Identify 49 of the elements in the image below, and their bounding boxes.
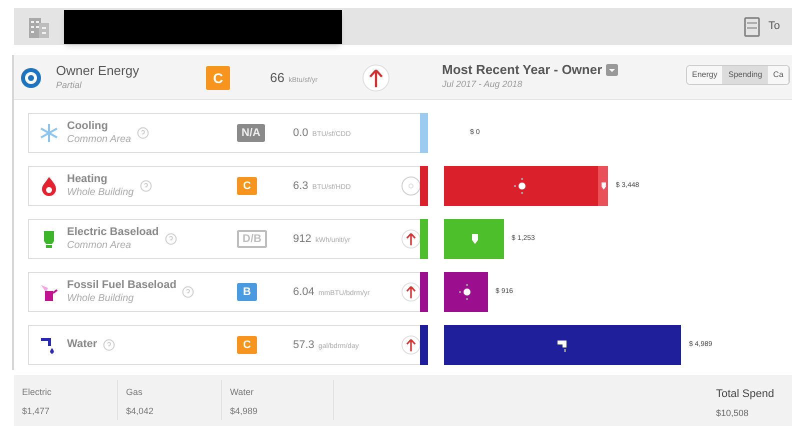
burner-icon xyxy=(514,178,528,194)
metric-value: 57.3 xyxy=(293,338,314,353)
date-range: Jul 2017 - Aug 2018 xyxy=(442,78,524,92)
grade-badge: D/B xyxy=(237,230,267,248)
flame-icon xyxy=(39,176,59,196)
end-use-name: Water xyxy=(67,338,98,352)
target-icon xyxy=(20,67,42,89)
grade-badge: C xyxy=(237,177,257,195)
total-amount: $1,477 xyxy=(22,404,51,418)
burner-icon xyxy=(458,284,473,300)
toggle-tab[interactable]: Spending xyxy=(723,66,768,84)
end-use-name: Electric Baseload xyxy=(67,226,159,240)
help-icon[interactable] xyxy=(137,127,150,139)
grade-badge: B xyxy=(237,283,257,301)
end-use-scope: Whole Building xyxy=(67,186,134,200)
end-use-name: Fossil Fuel Baseload xyxy=(67,278,176,293)
metric-value: 912 xyxy=(293,232,312,247)
help-icon[interactable] xyxy=(164,233,177,245)
total-label: Total Spend xyxy=(716,387,774,402)
end-use-scope: Common Area xyxy=(67,240,132,252)
total-amount: $4,042 xyxy=(126,404,155,418)
total-amount: $4,989 xyxy=(230,404,259,418)
dropdown-icon[interactable] xyxy=(606,64,618,76)
help-icon[interactable] xyxy=(182,286,194,298)
end-use-name: Heating xyxy=(67,172,108,187)
toggle-tab[interactable]: Energy xyxy=(687,66,724,84)
total-category: Electric xyxy=(22,386,53,399)
help-icon[interactable] xyxy=(140,180,152,192)
help-icon[interactable] xyxy=(103,339,116,351)
end-use-scope: Whole Building xyxy=(67,292,135,306)
grade-badge: N/A xyxy=(237,124,265,142)
summary-value: 66 xyxy=(270,69,284,88)
end-use-name: Cooling xyxy=(67,120,109,134)
chart-title: Most Recent Year - Owner xyxy=(442,62,618,78)
snowflake-icon xyxy=(39,123,59,143)
grade-badge: C xyxy=(206,66,230,90)
metric-value: 6.3 xyxy=(293,178,308,194)
metric-value: 0.0 xyxy=(293,126,308,141)
calculator-icon[interactable] xyxy=(744,16,760,36)
gas-pump-icon xyxy=(39,282,59,302)
metric-value: 6.04 xyxy=(293,284,314,300)
summary-subtitle: Partial xyxy=(56,79,83,92)
total-value: $10,508 xyxy=(716,406,750,420)
end-use-scope: Common Area xyxy=(67,134,132,146)
summary-title: Owner Energy xyxy=(56,63,140,80)
total-category: Water xyxy=(230,386,255,399)
total-category: Gas xyxy=(126,386,144,399)
grade-badge: C xyxy=(237,336,257,354)
toolbar-label[interactable]: To xyxy=(768,18,780,35)
